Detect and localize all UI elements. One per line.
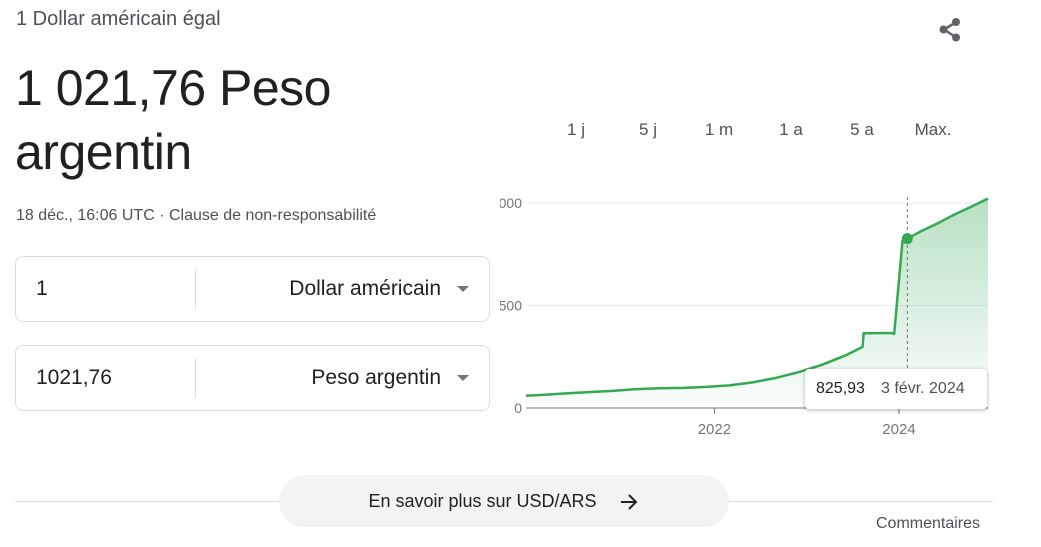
field-divider: [195, 358, 196, 398]
y-tick-label: 1 000: [500, 195, 522, 211]
range-tabs: 1 j 5 j 1 m 1 a 5 a Max.: [0, 114, 1041, 148]
timestamp: 18 déc., 16:06 UTC: [16, 207, 155, 224]
range-tab-1d[interactable]: 1 j: [556, 114, 596, 146]
chart-tooltip: 825,93 3 févr. 2024: [805, 369, 987, 409]
arrow-right-icon: [620, 494, 637, 510]
to-currency-select[interactable]: Peso argentin: [311, 346, 441, 410]
from-currency-select[interactable]: Dollar américain: [289, 257, 441, 321]
rate-meta: 18 déc., 16:06 UTC · Clause de non-respo…: [16, 207, 376, 225]
x-tick-label: 2024: [882, 421, 915, 438]
result-amount: 1 021,76 Peso: [15, 60, 332, 116]
share-button[interactable]: [933, 12, 969, 48]
chevron-down-icon[interactable]: [457, 286, 469, 292]
to-currency-row: 1021,76 Peso argentin: [15, 345, 490, 411]
divider-right: [729, 501, 993, 502]
from-amount-input[interactable]: 1: [36, 257, 48, 321]
from-currency-row: 1 Dollar américain: [15, 256, 490, 322]
learn-more-button[interactable]: En savoir plus sur USD/ARS: [279, 475, 729, 527]
share-icon: [939, 18, 960, 42]
disclaimer-link[interactable]: Clause de non-responsabilité: [169, 207, 376, 224]
tooltip-value: 825,93: [816, 380, 865, 397]
conversion-subtitle: 1 Dollar américain égal: [16, 8, 221, 30]
y-tick-label: 500: [500, 298, 522, 314]
meta-separator: ·: [154, 207, 169, 224]
tooltip-date: 3 févr. 2024: [881, 380, 965, 397]
highlight-point: [901, 233, 913, 245]
field-divider: [195, 269, 196, 309]
range-tab-1m[interactable]: 1 m: [698, 114, 740, 146]
range-tab-1y[interactable]: 1 a: [770, 114, 812, 146]
chevron-down-icon[interactable]: [457, 375, 469, 381]
to-amount-input[interactable]: 1021,76: [36, 346, 112, 410]
range-tab-max[interactable]: Max.: [906, 114, 960, 146]
y-tick-label: 0: [514, 400, 522, 416]
divider-left: [15, 501, 279, 502]
x-tick-label: 2022: [698, 421, 731, 438]
range-tab-5y[interactable]: 5 a: [836, 114, 888, 146]
feedback-link[interactable]: Commentaires: [876, 515, 980, 533]
learn-more-label: En savoir plus sur USD/ARS: [368, 491, 597, 511]
range-tab-5d[interactable]: 5 j: [628, 114, 668, 146]
